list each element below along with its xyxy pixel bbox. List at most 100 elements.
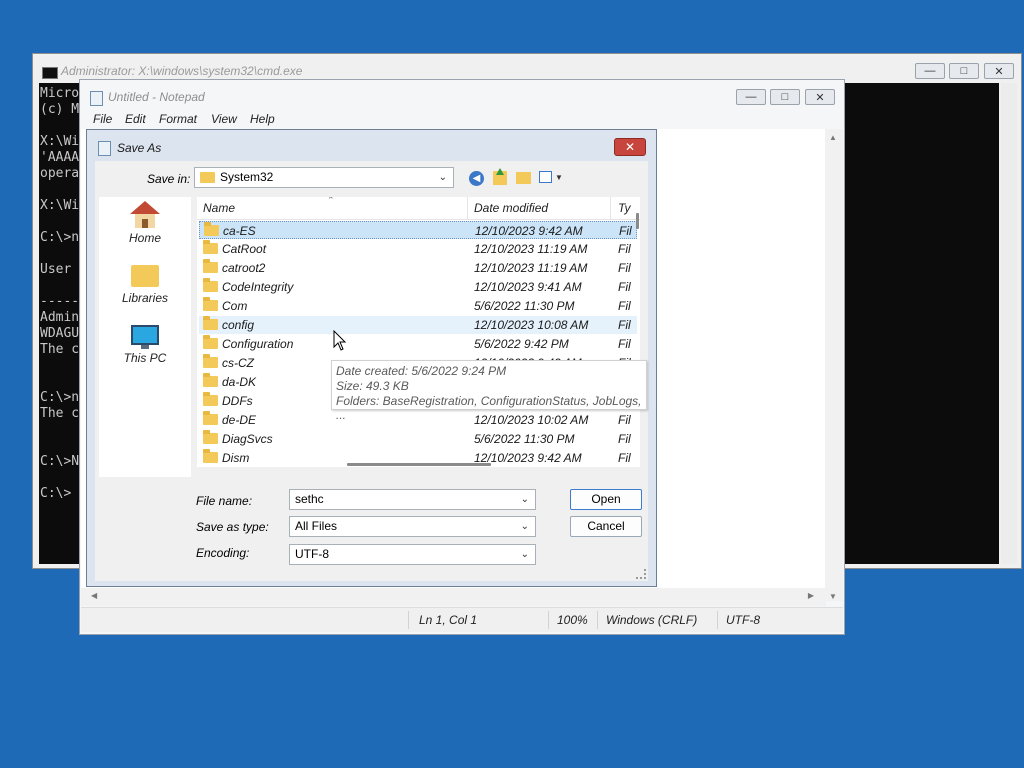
scroll-down-arrow-icon[interactable]: ▼ [829,592,837,601]
cmd-title: Administrator: X:\windows\system32\cmd.e… [61,64,303,78]
folder-icon [203,259,218,273]
notepad-minimize-button[interactable]: — [736,89,766,105]
places-bar: Home Libraries This PC [99,197,191,477]
up-folder-icon[interactable] [493,168,507,185]
file-list-vertical-scrollbar[interactable] [636,213,639,229]
file-row[interactable]: Com 5/6/2022 11:30 PM Fil [199,297,637,315]
file-row[interactable]: Configuration 5/6/2022 9:42 PM Fil [199,335,637,353]
cancel-button[interactable]: Cancel [570,516,642,537]
file-list-horizontal-scrollbar[interactable] [347,463,491,466]
cmd-line: X:\Wi [40,134,80,149]
folder-icon [204,222,219,236]
menu-edit[interactable]: Edit [125,112,146,126]
file-row[interactable]: ca-ES 12/10/2023 9:42 AM Fil [199,221,637,239]
cmd-scrollbar[interactable] [1001,83,1017,564]
chevron-down-icon[interactable]: ⌄ [521,517,529,536]
scroll-right-arrow-icon[interactable]: ▶ [808,591,814,600]
folder-icon [203,297,218,311]
file-list-header: Name ⌃ Date modified Ty [197,197,640,220]
file-type: Fil [618,432,631,446]
file-date: 12/10/2023 11:19 AM [474,242,588,256]
file-name: Configuration [222,337,294,351]
cmd-line: X:\Wi [40,198,80,213]
menu-help[interactable]: Help [250,112,275,126]
cmd-line: ----- [40,294,80,309]
scroll-up-arrow-icon[interactable]: ▲ [829,133,837,142]
file-type: Fil [618,242,631,256]
tooltip-folders: Folders: BaseRegistration, Configuration… [336,394,642,422]
folder-icon [203,316,218,330]
col-header-name[interactable]: Name [203,201,235,215]
folder-icon [203,278,218,292]
folder-icon [203,335,218,349]
file-row[interactable]: catroot2 12/10/2023 11:19 AM Fil [199,259,637,277]
file-type: Fil [618,451,631,465]
cmd-maximize-button[interactable]: □ [949,63,979,79]
notepad-maximize-button[interactable]: □ [770,89,800,105]
file-name: catroot2 [222,261,266,275]
chevron-down-icon[interactable]: ⌄ [521,545,529,564]
this-pc-icon [131,325,159,351]
place-libraries-label: Libraries [121,291,169,305]
notepad-close-button[interactable]: ✕ [805,89,835,105]
cmd-minimize-button[interactable]: — [915,63,945,79]
encoding-value: UTF-8 [295,547,329,561]
folder-icon [203,449,218,463]
cmd-line: 'AAAA [40,150,80,165]
place-this-pc[interactable]: This PC [99,321,191,371]
scroll-left-arrow-icon[interactable]: ◀ [91,591,97,600]
status-zoom: 100% [557,613,588,627]
back-icon[interactable]: ◀ [469,171,484,186]
menu-view[interactable]: View [211,112,237,126]
cmd-line: C:\>n [40,230,80,245]
place-libraries[interactable]: Libraries [99,261,191,311]
col-header-date[interactable]: Date modified [474,201,548,215]
folder-tooltip: Date created: 5/6/2022 9:24 PM Size: 49.… [331,360,647,422]
place-home[interactable]: Home [99,201,191,251]
tooltip-created: Date created: 5/6/2022 9:24 PM [336,364,507,378]
file-row[interactable]: config 12/10/2023 10:08 AM Fil [199,316,637,334]
file-name: ca-ES [223,224,256,238]
view-menu-icon[interactable]: ▼ [539,171,563,185]
file-row[interactable]: DiagSvcs 5/6/2022 11:30 PM Fil [199,430,637,448]
cmd-close-button[interactable]: ✕ [984,63,1014,79]
file-name: Com [222,299,248,313]
sort-arrow-icon: ⌃ [327,197,335,205]
status-line-ending: Windows (CRLF) [606,613,698,627]
file-list[interactable]: Name ⌃ Date modified Ty ca-ES 12/10/2023 … [197,197,640,467]
save-as-close-button[interactable]: ✕ [614,138,646,156]
file-type: Fil [618,337,631,351]
open-button[interactable]: Open [570,489,642,510]
file-name-combo[interactable]: sethc ⌄ [289,489,536,510]
folder-icon [200,172,215,183]
file-date: 12/10/2023 11:19 AM [474,261,588,275]
file-row[interactable]: CodeIntegrity 12/10/2023 9:41 AM Fil [199,278,637,296]
save-in-combo[interactable]: System32 ⌄ [194,167,454,188]
cmd-line: The c [40,342,80,357]
cmd-line: C:\>N [40,454,80,469]
notepad-vertical-scrollbar[interactable]: ▲ ▼ [825,129,843,601]
file-date: 5/6/2022 11:30 PM [474,432,575,446]
notepad-horizontal-scrollbar[interactable]: ◀ ▶ [81,588,826,606]
chevron-down-icon[interactable]: ⌄ [521,490,529,509]
file-name: DDFs [222,394,253,408]
save-as-dialog: Save As ✕ Save in: System32 ⌄ ◀ ▼ Home L… [86,129,657,587]
menu-format[interactable]: Format [159,112,197,126]
save-as-title: Save As [117,141,162,155]
save-as-type-combo[interactable]: All Files ⌄ [289,516,536,537]
notepad-icon [90,91,103,106]
file-row[interactable]: CatRoot 12/10/2023 11:19 AM Fil [199,240,637,258]
menu-file[interactable]: File [93,112,112,126]
resize-grip-icon[interactable] [636,569,646,579]
encoding-combo[interactable]: UTF-8 ⌄ [289,544,536,565]
col-header-type[interactable]: Ty [618,201,630,215]
new-folder-icon[interactable] [516,172,531,184]
cmd-line: User [40,262,80,277]
file-name: config [222,318,255,332]
cmd-line: C:\> [40,486,72,501]
folder-icon [203,411,218,425]
folder-icon [203,240,218,254]
file-type: Fil [618,261,631,275]
cmd-line: Admin [40,310,80,325]
file-date: 12/10/2023 10:08 AM [474,318,589,332]
